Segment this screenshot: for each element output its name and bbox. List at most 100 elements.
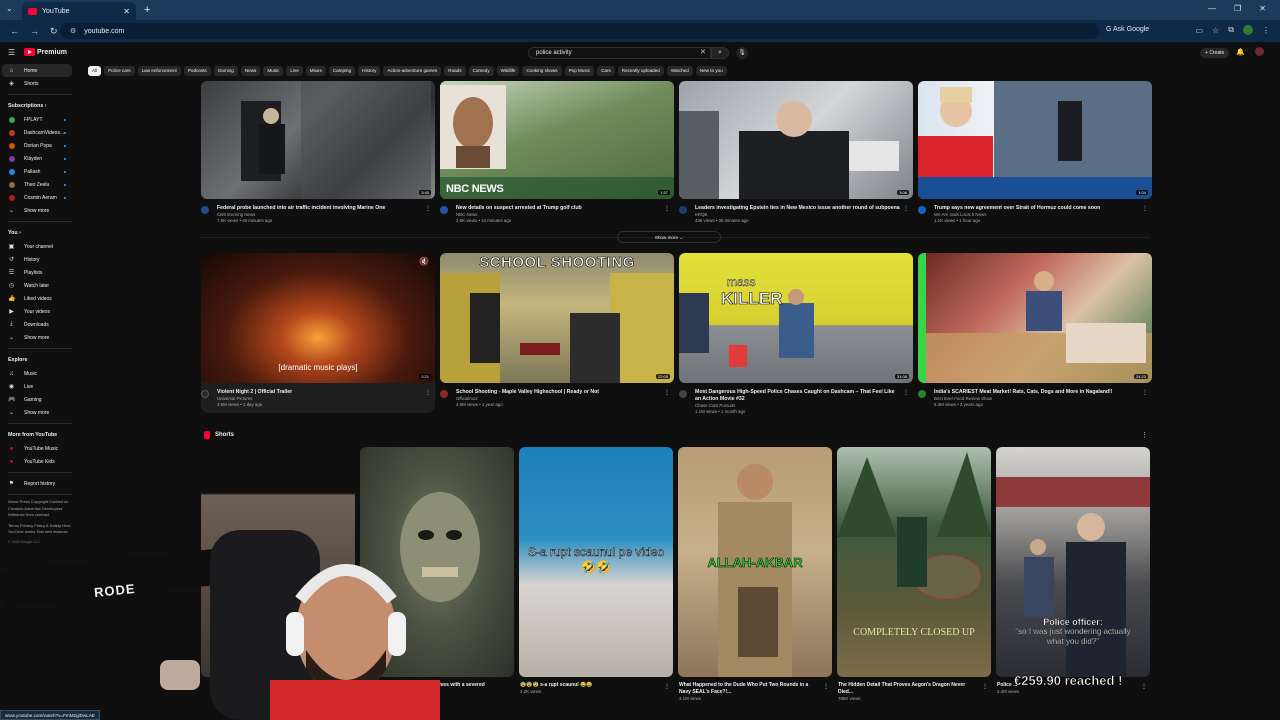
voice-search-icon[interactable]: 🎙 bbox=[736, 47, 748, 59]
video-thumbnail[interactable]: 3:45 bbox=[201, 81, 435, 199]
sidebar-item[interactable]: ⌄ Show more bbox=[0, 406, 80, 419]
channel-avatar[interactable] bbox=[440, 206, 448, 214]
video-thumbnail[interactable]: 1:04 bbox=[918, 81, 1152, 199]
sidebar-subscription-item[interactable]: DashcamVideos... bbox=[0, 126, 80, 139]
video-title[interactable]: New details on suspect arrested at Trump… bbox=[456, 205, 661, 212]
more-actions-icon[interactable]: ⋮ bbox=[664, 205, 670, 212]
sidebar-subscription-item[interactable]: Dorian Popa bbox=[0, 139, 80, 152]
video-thumbnail[interactable]: NBC NEWS 1:57 bbox=[440, 81, 674, 199]
sidebar-subscription-item[interactable]: FPLAYT bbox=[0, 113, 80, 126]
channel-name[interactable]: NBC News bbox=[456, 212, 477, 217]
new-tab-button[interactable]: + bbox=[144, 4, 150, 16]
forward-icon[interactable]: → bbox=[30, 26, 40, 36]
sidebar-item[interactable]: 👍 Liked videos bbox=[0, 292, 80, 305]
sidebar-item[interactable]: ♫ Music bbox=[0, 367, 80, 380]
filter-chip[interactable]: Roads bbox=[444, 66, 466, 76]
channel-avatar[interactable] bbox=[201, 390, 209, 398]
channel-name[interactable]: CBS Evening News bbox=[217, 212, 255, 217]
filter-chip[interactable]: Mixes bbox=[305, 66, 326, 76]
filter-chip[interactable]: Podcasts bbox=[183, 66, 211, 76]
footer-links-1[interactable]: About Press Copyright Contact us Creator… bbox=[0, 499, 72, 519]
mute-icon[interactable]: 🔇 bbox=[419, 257, 429, 266]
notifications-bell-icon[interactable]: 🔔 bbox=[1236, 48, 1245, 56]
filter-chip[interactable]: Music bbox=[263, 66, 284, 76]
filter-chip[interactable]: Recently uploaded bbox=[617, 66, 664, 76]
short-card[interactable]: S-a rupt scaunul pe video 🤣🤣 bbox=[519, 447, 673, 677]
sidebar-subscription-item[interactable]: Theo Zeelu bbox=[0, 178, 80, 191]
you-heading[interactable]: You › bbox=[0, 226, 80, 240]
sidebar-item[interactable]: ▣ Your channel bbox=[0, 240, 80, 253]
site-info-icon[interactable]: ⚙ bbox=[70, 27, 76, 35]
more-actions-icon[interactable]: ⋮ bbox=[1142, 389, 1148, 396]
short-card[interactable]: ALLAH-AKBAR bbox=[678, 447, 832, 677]
more-actions-icon[interactable]: ⋮ bbox=[903, 389, 909, 396]
search-input[interactable]: police activity bbox=[528, 47, 711, 59]
channel-avatar[interactable] bbox=[918, 390, 926, 398]
more-actions-icon[interactable]: ⋮ bbox=[903, 205, 909, 212]
video-thumbnail[interactable]: mass KILLER 31:08 bbox=[679, 253, 913, 383]
bookmark-star-icon[interactable]: ☆ bbox=[1212, 26, 1219, 35]
filter-chip[interactable]: Watched bbox=[666, 66, 693, 76]
channel-avatar[interactable] bbox=[918, 206, 926, 214]
filter-chip[interactable]: Comedy bbox=[468, 66, 494, 76]
channel-name[interactable]: KRQE bbox=[695, 212, 707, 217]
minimize-icon[interactable]: — bbox=[1208, 4, 1216, 13]
filter-chip[interactable]: Cooking shows bbox=[522, 66, 562, 76]
video-thumbnail[interactable]: [dramatic music plays] 🔇 2:21 bbox=[201, 253, 435, 383]
sidebar-item-report-history[interactable]: ⚑ Report history bbox=[0, 477, 80, 490]
show-more-button[interactable]: Show more ⌄ bbox=[617, 231, 721, 243]
profile-avatar[interactable] bbox=[1243, 25, 1253, 35]
close-window-icon[interactable]: ✕ bbox=[1259, 4, 1266, 13]
sidebar-item-shorts[interactable]: ◈ Shorts bbox=[0, 77, 80, 90]
sidebar-item[interactable]: ⤓ Downloads bbox=[0, 318, 80, 331]
sidebar-item[interactable]: ⌄ Show more bbox=[0, 331, 80, 344]
filter-chip[interactable]: Police cars bbox=[104, 66, 135, 76]
filter-chip[interactable]: New to you bbox=[695, 66, 727, 76]
video-title[interactable]: Federal probe launched into air traffic … bbox=[217, 205, 422, 212]
channel-name[interactable]: Best Ever Food Review Show bbox=[934, 396, 992, 401]
filter-chip[interactable]: Pop Music bbox=[564, 66, 595, 76]
sidebar-subscription-item[interactable]: Kläyden bbox=[0, 152, 80, 165]
sidebar-item[interactable]: ◉ Live bbox=[0, 380, 80, 393]
sidebar-item-youtube-kids[interactable]: ● YouTube Kids bbox=[0, 455, 80, 468]
sidebar-item[interactable]: ▶ Your videos bbox=[0, 305, 80, 318]
more-actions-icon[interactable]: ⋮ bbox=[664, 389, 670, 396]
video-title[interactable]: Trump says new agreement over Strait of … bbox=[934, 205, 1139, 212]
short-card[interactable]: COMPLETELY CLOSED UP bbox=[837, 447, 991, 677]
chrome-menu-icon[interactable]: ⋮ bbox=[1262, 26, 1270, 35]
video-thumbnail[interactable]: SCHOOL SHOOTING 22:05 bbox=[440, 253, 674, 383]
address-bar[interactable]: ⚙ youtube.com bbox=[60, 23, 1100, 39]
guide-menu-icon[interactable]: ☰ bbox=[8, 48, 15, 57]
restore-icon[interactable]: ❐ bbox=[1234, 4, 1241, 13]
short-more-icon[interactable]: ⋮ bbox=[1141, 683, 1276, 690]
filter-chip[interactable]: News bbox=[240, 66, 261, 76]
sidebar-show-more-subs[interactable]: ⌄ Show more bbox=[0, 204, 80, 217]
search-button[interactable]: ⌕ bbox=[711, 47, 729, 59]
video-title[interactable]: Most Dangerous High-Speed Police Chases … bbox=[695, 389, 900, 402]
filter-chip[interactable]: Law enforcement bbox=[137, 66, 181, 76]
sidebar-item-home[interactable]: ⌂ Home bbox=[2, 64, 72, 77]
sidebar-item[interactable]: 🎮 Gaming bbox=[0, 393, 80, 406]
ask-google-button[interactable]: G Ask Google bbox=[1106, 26, 1149, 33]
video-title[interactable]: India's SCARIEST Meat Market! Rats, Cats… bbox=[934, 389, 1139, 396]
sidebar-item-youtube-music[interactable]: ● YouTube Music bbox=[0, 442, 80, 455]
channel-avatar[interactable] bbox=[201, 206, 209, 214]
video-title[interactable]: Leaders investigating Epstein ties in Ne… bbox=[695, 205, 900, 212]
shelf-more-icon[interactable]: ⋮ bbox=[1141, 431, 1148, 439]
filter-chip[interactable]: Action-adventure games bbox=[383, 66, 442, 76]
filter-chip[interactable]: Camping bbox=[328, 66, 356, 76]
more-actions-icon[interactable]: ⋮ bbox=[1142, 205, 1148, 212]
channel-avatar[interactable] bbox=[679, 390, 687, 398]
filter-chip[interactable]: Cars bbox=[597, 66, 615, 76]
video-thumbnail[interactable]: 3:06 bbox=[679, 81, 913, 199]
sidebar-item[interactable]: ◷ Watch later bbox=[0, 279, 80, 292]
clear-search-icon[interactable]: ✕ bbox=[700, 48, 706, 56]
filter-chip[interactable]: Gaming bbox=[213, 66, 238, 76]
channel-name[interactable]: Universal Pictures bbox=[217, 396, 252, 401]
channel-avatar[interactable] bbox=[679, 206, 687, 214]
account-avatar[interactable] bbox=[1255, 47, 1264, 56]
short-card[interactable]: Police officer: "so I was just wondering… bbox=[996, 447, 1150, 677]
sidebar-item[interactable]: ☰ Playlists bbox=[0, 266, 80, 279]
cast-icon[interactable]: ▭ bbox=[1196, 26, 1204, 35]
video-card-hovered[interactable]: [dramatic music plays] 🔇 2:21 Violent Ni… bbox=[201, 253, 435, 413]
